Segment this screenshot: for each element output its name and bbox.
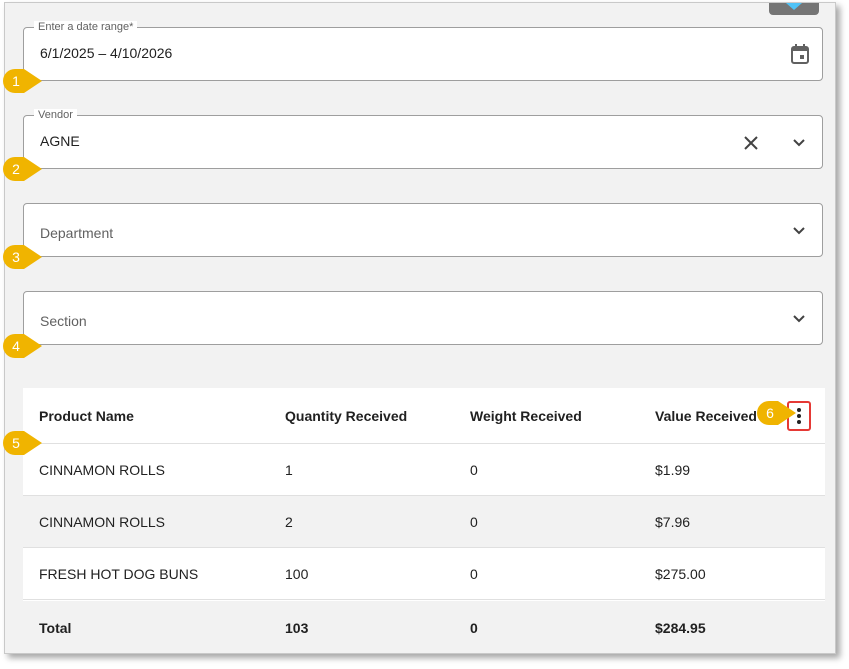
calendar-icon[interactable] xyxy=(790,44,810,64)
quantity-cell: 2 xyxy=(285,513,293,530)
total-label: Total xyxy=(39,619,72,636)
callout-marker-1: 1 xyxy=(2,68,42,94)
chevron-down-icon[interactable] xyxy=(790,223,808,239)
close-icon[interactable] xyxy=(742,134,760,152)
total-weight: 0 xyxy=(470,619,478,636)
department-placeholder: Department xyxy=(40,225,114,241)
total-value: $284.95 xyxy=(655,619,706,636)
table-row[interactable]: FRESH HOT DOG BUNS 100 0 $275.00 xyxy=(23,548,825,600)
value-cell: $7.96 xyxy=(655,513,691,530)
callout-marker-4: 4 xyxy=(2,333,42,359)
column-header-product-name[interactable]: Product Name xyxy=(39,388,134,443)
total-quantity: 103 xyxy=(285,619,309,636)
callout-number: 2 xyxy=(12,161,20,177)
callout-number: 1 xyxy=(12,73,20,89)
table-row[interactable]: CINNAMON ROLLS 1 0 $1.99 xyxy=(23,444,825,496)
weight-cell: 0 xyxy=(470,513,478,530)
quantity-cell: 1 xyxy=(285,461,293,478)
vendor-field[interactable]: Vendor AGNE xyxy=(23,109,823,169)
report-panel: Enter a date range* 6/1/2025 – 4/10/2026… xyxy=(4,2,836,654)
column-header-value-received[interactable]: Value Received xyxy=(655,388,757,443)
date-range-label: Enter a date range* xyxy=(34,21,138,33)
date-range-field[interactable]: Enter a date range* 6/1/2025 – 4/10/2026 xyxy=(23,21,823,81)
received-items-table: Product Name Quantity Received Weight Re… xyxy=(23,388,825,653)
weight-cell: 0 xyxy=(470,565,478,582)
section-field[interactable]: Section xyxy=(23,291,823,345)
collapse-tab[interactable] xyxy=(769,3,819,15)
vendor-value: AGNE xyxy=(40,133,80,149)
callout-marker-5: 5 xyxy=(2,430,42,456)
department-field[interactable]: Department xyxy=(23,203,823,257)
product-name-cell: CINNAMON ROLLS xyxy=(39,513,166,530)
date-range-value: 6/1/2025 – 4/10/2026 xyxy=(40,45,173,61)
weight-cell: 0 xyxy=(470,461,478,478)
callout-number: 6 xyxy=(766,405,774,421)
value-cell: $1.99 xyxy=(655,461,691,478)
table-row[interactable]: CINNAMON ROLLS 2 0 $7.96 xyxy=(23,496,825,548)
callout-number: 3 xyxy=(12,249,20,265)
caret-down-icon xyxy=(786,3,802,10)
callout-marker-2: 2 xyxy=(2,156,42,182)
callout-marker-3: 3 xyxy=(2,244,42,270)
chevron-down-icon[interactable] xyxy=(790,311,808,327)
vendor-label: Vendor xyxy=(34,109,77,121)
column-header-quantity-received[interactable]: Quantity Received xyxy=(285,388,407,443)
callout-number: 4 xyxy=(12,338,20,354)
quantity-cell: 100 xyxy=(285,565,309,582)
chevron-down-icon[interactable] xyxy=(790,135,808,151)
product-name-cell: CINNAMON ROLLS xyxy=(39,461,166,478)
value-cell: $275.00 xyxy=(655,565,706,582)
callout-marker-6: 6 xyxy=(756,400,796,426)
section-placeholder: Section xyxy=(40,313,87,329)
product-name-cell: FRESH HOT DOG BUNS xyxy=(39,565,199,582)
callout-number: 5 xyxy=(12,435,20,451)
table-total-row: Total 103 0 $284.95 xyxy=(23,601,825,653)
table-header-row: Product Name Quantity Received Weight Re… xyxy=(23,388,825,444)
column-header-weight-received[interactable]: Weight Received xyxy=(470,388,582,443)
